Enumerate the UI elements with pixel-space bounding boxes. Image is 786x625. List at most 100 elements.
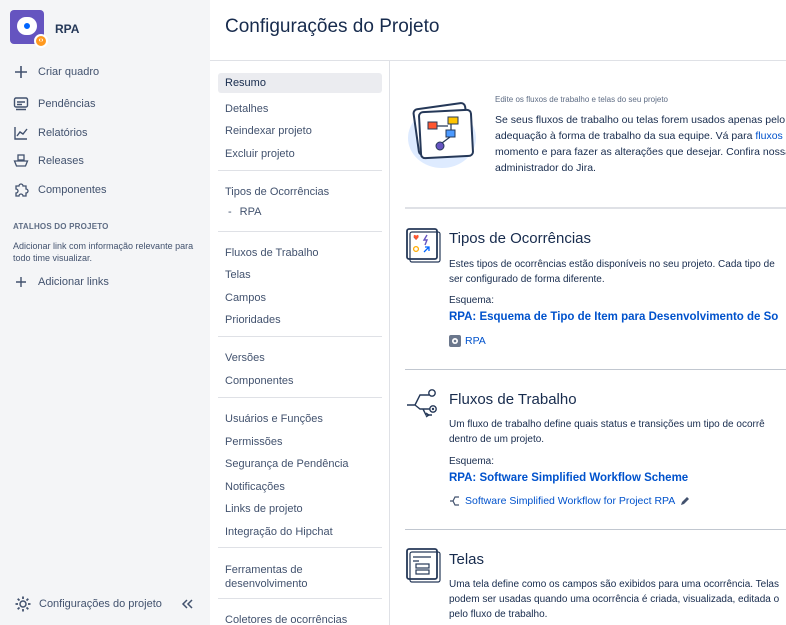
subnav-divider: [218, 170, 382, 171]
workflows-scheme-link[interactable]: RPA: Software Simplified Workflow Scheme: [449, 472, 688, 484]
sidebar-item-label: Relatórios: [38, 127, 88, 139]
workflow-link[interactable]: Software Simplified Workflow for Project…: [449, 495, 691, 507]
subnav-item-permissoes[interactable]: Permissões: [218, 432, 382, 452]
plus-icon: [12, 63, 30, 81]
subnav-item-notificacoes[interactable]: Notificações: [218, 477, 382, 497]
subnav-divider: [218, 547, 382, 548]
desc-line: ser configurado de forma diferente.: [449, 274, 605, 285]
subnav-item-resumo[interactable]: Resumo: [218, 73, 382, 93]
project-header[interactable]: ‹› RPA: [10, 10, 79, 48]
desc-line: podem ser usadas quando uma ocorrência é…: [449, 594, 780, 605]
subnav-item-fluxos[interactable]: Fluxos de Trabalho: [218, 243, 382, 263]
issue-types-description: Estes tipos de ocorrências estão disponí…: [449, 257, 786, 287]
screens-title: Telas: [449, 551, 485, 568]
subnav-item-componentes[interactable]: Componentes: [218, 371, 382, 391]
issue-types-scheme-link[interactable]: RPA: Esquema de Tipo de Item para Desenv…: [449, 311, 778, 323]
subnav-item-excluir[interactable]: Excluir projeto: [218, 144, 382, 164]
section-divider: [405, 207, 786, 209]
intro-line: momento e para fazer as alterações que d…: [495, 146, 786, 158]
workflows-title: Fluxos de Trabalho: [449, 391, 577, 408]
screens-description: Uma tela define como os campos são exibi…: [449, 577, 786, 622]
section-divider: [405, 529, 786, 530]
sidebar-item-label: Releases: [38, 155, 84, 167]
subnav-divider: [218, 598, 382, 599]
subnav-item-coletores[interactable]: Coletores de ocorrências: [218, 610, 382, 625]
desc-line: pelo fluxo de trabalho.: [449, 609, 548, 620]
intro-line: adequação à forma de trabalho da sua equ…: [495, 128, 786, 144]
subnav-item-reindexar[interactable]: Reindexar projeto: [218, 121, 382, 141]
shortcuts-title: ATALHOS DO PROJETO: [13, 222, 109, 231]
desc-line: dentro de um projeto.: [449, 434, 545, 445]
screens-icon: [406, 548, 441, 583]
subnav-item-campos[interactable]: Campos: [218, 288, 382, 308]
ship-icon: [12, 152, 30, 170]
subnav-item-detalhes[interactable]: Detalhes: [218, 99, 382, 119]
backlog-icon: [12, 95, 30, 113]
plus-icon: [12, 273, 30, 291]
issue-types-scheme-label: Esquema:: [449, 295, 495, 306]
sidebar-item-label: Criar quadro: [38, 66, 100, 78]
project-avatar: ‹›: [10, 10, 48, 48]
edit-pencil-icon[interactable]: [679, 495, 691, 507]
subnav-item-prioridades[interactable]: Prioridades: [218, 310, 382, 330]
desc-line: Uma tela define como os campos são exibi…: [449, 579, 779, 590]
sidebar-item-componentes[interactable]: Componentes: [12, 180, 107, 200]
sidebar-item-criar-quadro[interactable]: Criar quadro: [12, 62, 99, 82]
sidebar-item-releases[interactable]: Releases: [12, 151, 84, 171]
subnav-item-hipchat[interactable]: Integração do Hipchat: [218, 522, 382, 542]
subnav-sub-dash: -: [228, 206, 232, 218]
subnav-item-links[interactable]: Links de projeto: [218, 499, 382, 519]
issue-type-rpa-label: RPA: [465, 335, 486, 347]
intro-title: Edite os fluxos de trabalho e telas do s…: [495, 95, 668, 104]
svg-text:♥: ♥: [413, 234, 419, 242]
subnav-item-seguranca[interactable]: Segurança de Pendência: [218, 454, 382, 474]
issue-type-icon: [449, 335, 461, 347]
reports-icon: [12, 124, 30, 142]
workflow-icon: [407, 389, 437, 418]
subnav-item-tipos-ocorrencias[interactable]: Tipos de Ocorrências: [218, 182, 382, 202]
add-links-button[interactable]: Adicionar links: [12, 272, 109, 292]
puzzle-icon: [12, 181, 30, 199]
workflows-scheme-label: Esquema:: [449, 456, 495, 467]
workflows-link[interactable]: fluxos d: [755, 130, 786, 142]
desc-line: Um fluxo de trabalho define quais status…: [449, 419, 765, 430]
workflow-link-label: Software Simplified Workflow for Project…: [465, 495, 676, 507]
subnav-item-tipos-rpa[interactable]: - RPA: [228, 206, 261, 218]
sidebar-item-label: Pendências: [38, 98, 96, 110]
workflow-small-icon: [450, 496, 459, 506]
subnav-divider: [218, 336, 382, 337]
shortcuts-description: Adicionar link com informação relevante …: [13, 241, 194, 263]
subnav-item-versoes[interactable]: Versões: [218, 348, 382, 368]
project-sidebar: ‹› RPA Criar quadro Pendências Relatório…: [0, 0, 210, 625]
workflow-illustration-icon: [408, 102, 476, 168]
sidebar-item-pendencias[interactable]: Pendências: [12, 94, 96, 114]
subnav-item-ferramentas[interactable]: Ferramentas de desenvolvimento: [218, 560, 338, 594]
gear-icon: [14, 595, 32, 613]
project-settings-label: Configurações do projeto: [39, 598, 162, 610]
project-settings-link[interactable]: Configurações do projeto: [14, 595, 162, 613]
settings-subnav: Resumo Detalhes Reindexar projeto Exclui…: [210, 60, 390, 625]
subnav-sub-label: RPA: [239, 206, 262, 218]
collapse-sidebar-icon[interactable]: [180, 597, 196, 613]
desc-line: Estes tipos de ocorrências estão disponí…: [449, 259, 775, 270]
subnav-divider: [218, 231, 382, 232]
subnav-divider: [218, 397, 382, 398]
intro-text: Se seus fluxos de trabalho ou telas fore…: [495, 112, 786, 176]
issue-type-rpa-link[interactable]: RPA: [449, 335, 486, 347]
subnav-item-telas[interactable]: Telas: [218, 265, 382, 285]
intro-line: administrador do Jira.: [495, 162, 596, 174]
settings-summary: Edite os fluxos de trabalho e telas do s…: [391, 61, 786, 625]
issue-types-title: Tipos de Ocorrências: [449, 230, 592, 247]
section-divider: [405, 369, 786, 370]
sidebar-item-label: Componentes: [38, 184, 107, 196]
sidebar-item-relatorios[interactable]: Relatórios: [12, 123, 88, 143]
page-title: Configurações do Projeto: [225, 16, 440, 37]
subnav-item-usuarios[interactable]: Usuários e Funções: [218, 409, 382, 429]
add-links-label: Adicionar links: [38, 276, 109, 288]
workflows-description: Um fluxo de trabalho define quais status…: [449, 417, 786, 447]
intro-line-text: adequação à forma de trabalho da sua equ…: [495, 130, 756, 142]
intro-line: Se seus fluxos de trabalho ou telas fore…: [495, 114, 786, 126]
project-name: RPA: [55, 22, 80, 36]
code-badge-icon: ‹›: [34, 34, 48, 48]
issue-types-icon: ♥: [406, 228, 441, 263]
